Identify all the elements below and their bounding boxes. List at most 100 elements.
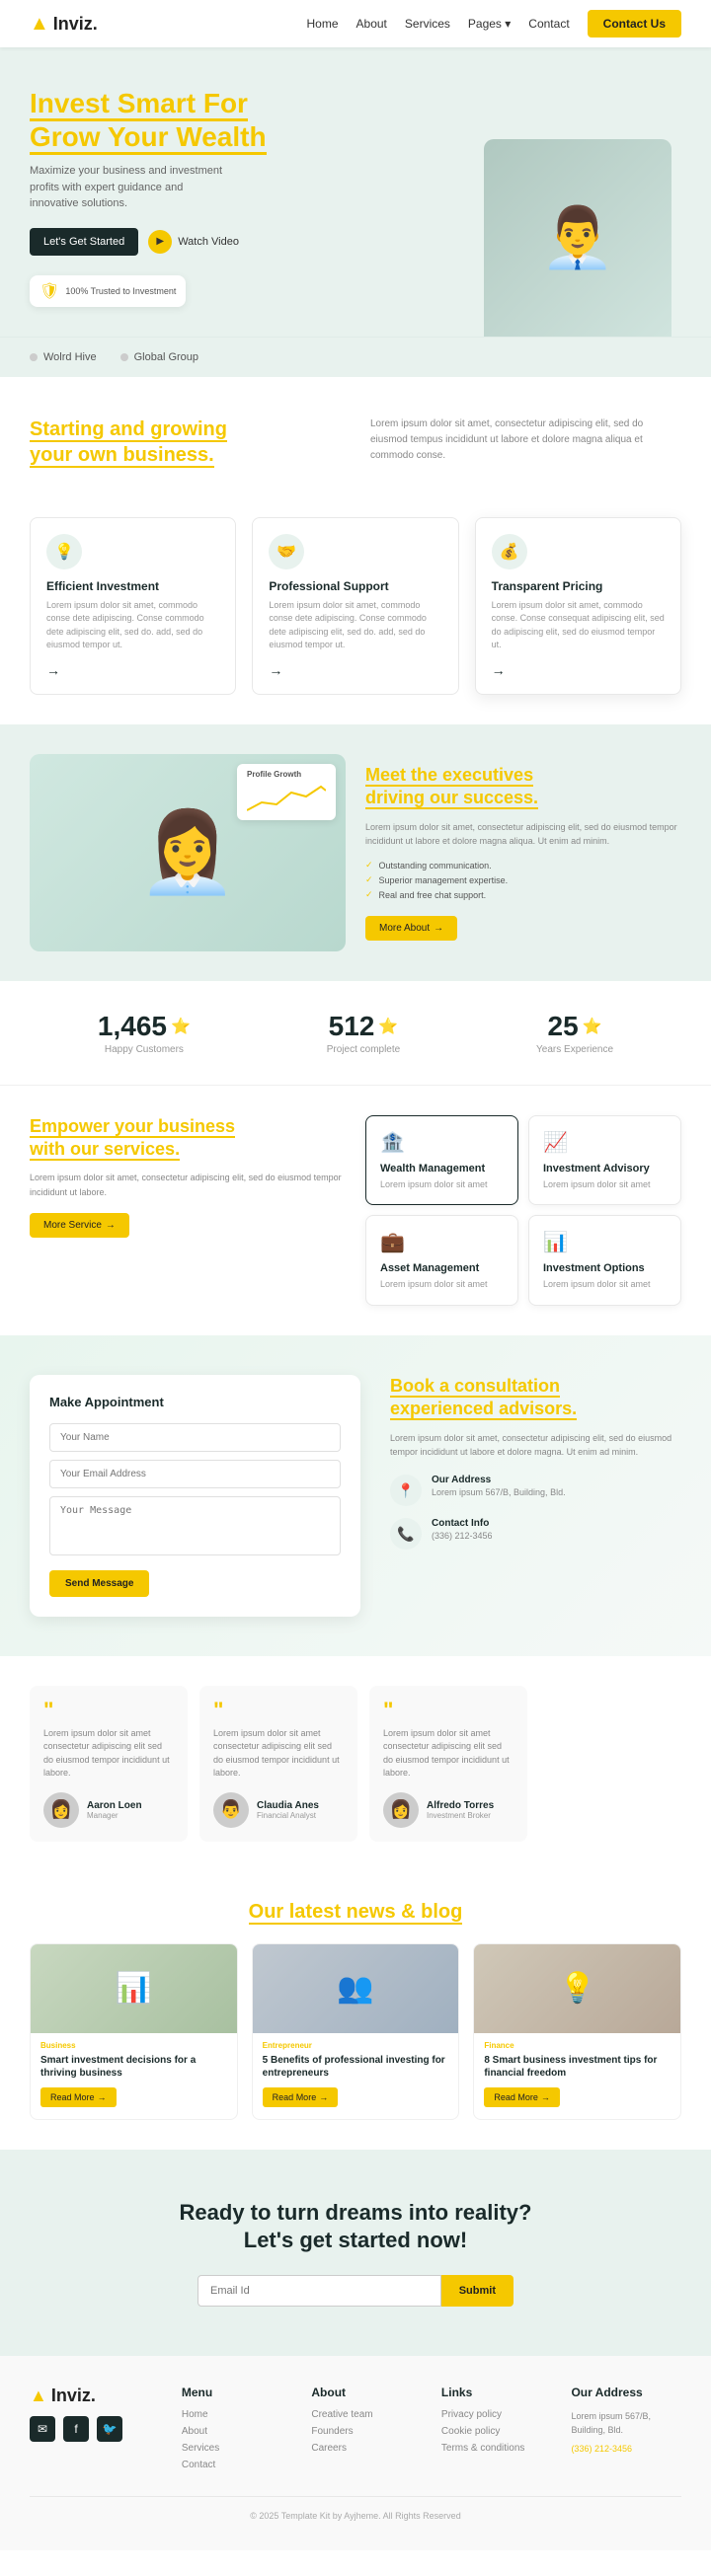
form-title: Make Appointment (49, 1395, 341, 1409)
testi-person-3: 👩 Alfredo Torres Investment Broker (383, 1792, 514, 1828)
blog-tag-3: Finance (484, 2041, 671, 2050)
options-icon: 📊 (543, 1230, 667, 1254)
testimonials-section: " Lorem ipsum dolor sit amet consectetur… (0, 1656, 711, 1871)
facebook-social-icon[interactable]: f (63, 2416, 89, 2442)
services-left: Empower your business with our services.… (30, 1115, 346, 1239)
footer-about-founders[interactable]: Founders (311, 2426, 422, 2437)
watch-video-button[interactable]: ▶ Watch Video (148, 230, 239, 254)
footer-logo-icon: ▲ (30, 2386, 47, 2406)
email-input[interactable] (49, 1460, 341, 1488)
logo[interactable]: ▲ Inviz. (30, 13, 98, 36)
email-social-icon[interactable]: ✉ (30, 2416, 55, 2442)
footer-about-team[interactable]: Creative team (311, 2409, 422, 2420)
feature-icon-1: 💡 (46, 534, 82, 569)
footer-menu-home[interactable]: Home (182, 2409, 292, 2420)
feature-icon-2: 🤝 (269, 534, 304, 569)
investment-advisory-icon: 📈 (543, 1130, 667, 1155)
footer-top: ▲ Inviz. ✉ f 🐦 Menu Home About Services … (30, 2386, 681, 2476)
feature-text-1: Lorem ipsum dolor sit amet, commodo cons… (46, 599, 219, 652)
profile-growth-chart (247, 783, 326, 812)
cta-form: Submit (198, 2275, 514, 2307)
hero-image: 👨‍💼 (484, 139, 681, 337)
more-about-button[interactable]: More About → (365, 916, 457, 941)
star-icon-2: ⭐ (378, 1017, 398, 1036)
partner-2: Global Group (120, 351, 198, 363)
exec-checklist: ✓ Outstanding communication. ✓ Superior … (365, 860, 681, 900)
checkmark-icon-3: ✓ (365, 889, 373, 900)
starting-section: Starting and growing your own business. … (0, 377, 711, 507)
service-investment-advisory[interactable]: 📈 Investment Advisory Lorem ipsum dolor … (528, 1115, 681, 1206)
feature-card-1: 💡 Efficient Investment Lorem ipsum dolor… (30, 517, 236, 695)
footer-phone: (336) 212-3456 (571, 2442, 681, 2456)
nav-about[interactable]: About (356, 17, 387, 31)
hero-person-image: 👨‍💼 (484, 139, 672, 337)
send-message-button[interactable]: Send Message (49, 1570, 149, 1597)
partners-bar: Wolrd Hive Global Group (0, 337, 711, 377)
hero-content: Invest Smart For Grow Your Wealth Maximi… (30, 87, 484, 337)
service-text-2: Lorem ipsum dolor sit amet (543, 1178, 667, 1191)
arrow-icon: → (319, 2092, 328, 2102)
blog-card-1: 📊 Business Smart investment decisions fo… (30, 1943, 238, 2120)
exec-body: Lorem ipsum dolor sit amet, consectetur … (365, 820, 681, 849)
service-title-1: Wealth Management (380, 1163, 504, 1174)
blog-grid: 📊 Business Smart investment decisions fo… (30, 1943, 681, 2120)
more-service-button[interactable]: More Service → (30, 1213, 129, 1238)
hero-section: Invest Smart For Grow Your Wealth Maximi… (0, 47, 711, 337)
service-asset[interactable]: 💼 Asset Management Lorem ipsum dolor sit… (365, 1215, 518, 1306)
quote-icon-3: " (383, 1700, 514, 1721)
footer-menu-about[interactable]: About (182, 2426, 292, 2437)
feature-text-2: Lorem ipsum dolor sit amet, commodo cons… (269, 599, 441, 652)
appointment-info: Book a consultation experienced advisors… (390, 1375, 681, 1562)
blog-title-2: 5 Benefits of professional investing for… (263, 2054, 449, 2080)
exec-check-2: ✓ Superior management expertise. (365, 874, 681, 885)
feature-text-3: Lorem ipsum dolor sit amet, commodo cons… (492, 599, 665, 652)
exec-image-wrap: 👩‍💼 Profile Growth (30, 754, 346, 951)
hero-title: Invest Smart For Grow Your Wealth (30, 87, 484, 153)
read-more-3[interactable]: Read More → (484, 2087, 560, 2107)
arrow-icon: → (434, 923, 443, 934)
nav-contact[interactable]: Contact (528, 17, 569, 31)
services-grid: 🏦 Wealth Management Lorem ipsum dolor si… (365, 1115, 681, 1306)
service-wealth[interactable]: 🏦 Wealth Management Lorem ipsum dolor si… (365, 1115, 518, 1206)
nav-cta-button[interactable]: Contact Us (588, 10, 681, 38)
footer-about-careers[interactable]: Careers (311, 2443, 422, 2454)
feature-card-3: 💰 Transparent Pricing Lorem ipsum dolor … (475, 517, 681, 695)
nav-home[interactable]: Home (307, 17, 339, 31)
service-text-1: Lorem ipsum dolor sit amet (380, 1178, 504, 1191)
feature-arrow-2[interactable]: → (269, 662, 282, 678)
service-options[interactable]: 📊 Investment Options Lorem ipsum dolor s… (528, 1215, 681, 1306)
partner-dot-2 (120, 353, 128, 361)
footer-cookie[interactable]: Cookie policy (441, 2426, 552, 2437)
message-input[interactable] (49, 1496, 341, 1555)
logo-icon: ▲ (30, 13, 49, 36)
feature-arrow-3[interactable]: → (492, 662, 506, 678)
footer-menu-contact[interactable]: Contact (182, 2460, 292, 2470)
nav-services[interactable]: Services (405, 17, 450, 31)
arrow-icon: → (541, 2092, 550, 2102)
arrow-icon: → (98, 2092, 107, 2102)
read-more-2[interactable]: Read More → (263, 2087, 339, 2107)
footer-social: ✉ f 🐦 (30, 2416, 162, 2442)
feature-arrow-1[interactable]: → (46, 662, 60, 678)
cta-email-input[interactable] (198, 2275, 441, 2307)
twitter-social-icon[interactable]: 🐦 (97, 2416, 122, 2442)
star-icon-3: ⭐ (583, 1017, 602, 1036)
service-title-4: Investment Options (543, 1262, 667, 1274)
get-started-button[interactable]: Let's Get Started (30, 228, 138, 256)
arrow-icon: → (106, 1220, 116, 1231)
read-more-1[interactable]: Read More → (40, 2087, 117, 2107)
footer-privacy[interactable]: Privacy policy (441, 2409, 552, 2420)
name-input[interactable] (49, 1423, 341, 1452)
nav-pages[interactable]: Pages ▾ (468, 17, 511, 31)
play-icon: ▶ (148, 230, 172, 254)
footer: ▲ Inviz. ✉ f 🐦 Menu Home About Services … (0, 2356, 711, 2550)
service-title-2: Investment Advisory (543, 1163, 667, 1174)
footer-address-col: Our Address Lorem ipsum 567/B, Building,… (571, 2386, 681, 2476)
cta-submit-button[interactable]: Submit (441, 2275, 514, 2307)
footer-terms[interactable]: Terms & conditions (441, 2443, 552, 2454)
blog-img-3: 💡 (474, 1944, 680, 2033)
checkmark-icon-1: ✓ (365, 860, 373, 871)
shield-icon: 🛡 (40, 281, 59, 301)
feature-icon-3: 💰 (492, 534, 527, 569)
footer-menu-services[interactable]: Services (182, 2443, 292, 2454)
